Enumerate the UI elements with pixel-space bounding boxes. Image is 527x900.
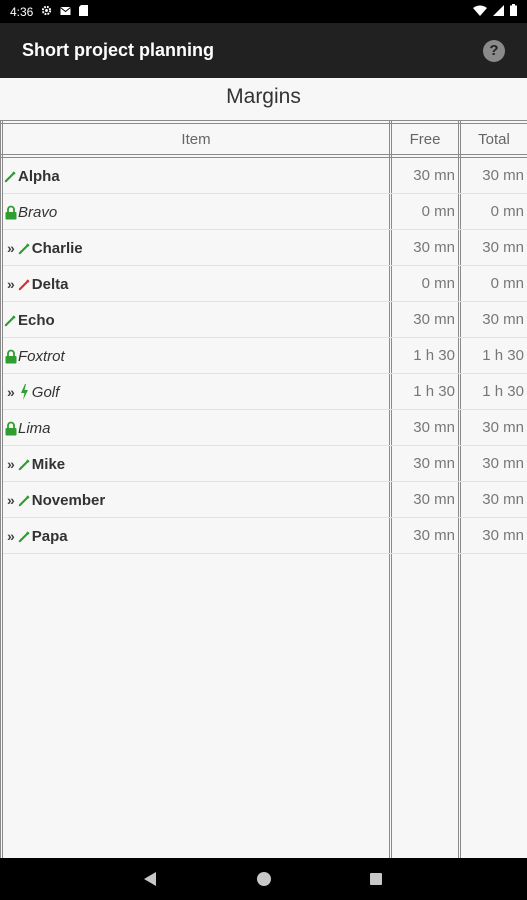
pencil-icon [4, 168, 17, 184]
row-total-value: 30 mn [482, 527, 524, 544]
table-row[interactable]: Bravo 0 mn 0 mn [0, 194, 527, 230]
margins-table: Item Free Total Alpha 30 mn 30 mn Bravo 0 mn… [0, 120, 527, 858]
row-item-name: Echo [18, 311, 55, 329]
home-icon[interactable] [257, 872, 271, 886]
row-free-value: 30 mn [413, 419, 455, 436]
row-item-cell: » Papa [4, 518, 68, 554]
row-free-value: 0 mn [421, 203, 455, 220]
table-row[interactable]: Foxtrot 1 h 30 1 h 30 [0, 338, 527, 374]
row-total-value: 30 mn [482, 167, 524, 184]
battery-icon [510, 4, 517, 19]
bolt-icon [18, 384, 31, 400]
row-item-cell: » Mike [4, 446, 65, 482]
pencil-icon [18, 456, 31, 472]
table-row[interactable]: Lima 30 mn 30 mn [0, 410, 527, 446]
row-item-cell: Alpha [4, 158, 60, 194]
table-row[interactable]: » Delta 0 mn 0 mn [0, 266, 527, 302]
row-free-value: 0 mn [421, 275, 455, 292]
row-total-value: 30 mn [482, 239, 524, 256]
pencil-icon [18, 276, 31, 292]
table-row[interactable]: Alpha 30 mn 30 mn [0, 158, 527, 194]
signal-icon [493, 4, 504, 19]
row-item-cell: » Delta [4, 266, 68, 302]
wifi-icon [473, 5, 487, 19]
subtask-indent-icon: » [7, 492, 15, 508]
page-title: Margins [226, 85, 301, 108]
sd-card-icon [79, 4, 89, 19]
row-free-value: 30 mn [413, 455, 455, 472]
table-row[interactable]: Echo 30 mn 30 mn [0, 302, 527, 338]
row-item-cell: » Charlie [4, 230, 83, 266]
row-total-value: 30 mn [482, 419, 524, 436]
row-total-value: 30 mn [482, 311, 524, 328]
column-header-item[interactable]: Item [3, 124, 389, 156]
pencil-icon [4, 312, 17, 328]
row-item-name: Golf [31, 383, 60, 401]
lock-icon [4, 204, 17, 220]
table-row[interactable]: » November 30 mn 30 mn [0, 482, 527, 518]
table-row[interactable]: » Golf 1 h 30 1 h 30 [0, 374, 527, 410]
table-row[interactable]: » Charlie 30 mn 30 mn [0, 230, 527, 266]
app-bar: Short project planning ? [0, 23, 527, 78]
pencil-icon [18, 240, 31, 256]
row-free-value: 30 mn [413, 239, 455, 256]
row-total-value: 0 mn [490, 203, 524, 220]
subtask-indent-icon: » [7, 456, 15, 472]
back-icon[interactable] [144, 872, 156, 886]
row-item-cell: Echo [4, 302, 55, 338]
row-item-name: November [31, 491, 106, 509]
column-header-free[interactable]: Free [392, 124, 458, 156]
row-item-name: Lima [18, 419, 51, 437]
subtask-indent-icon: » [7, 384, 15, 400]
row-item-name: Mike [31, 455, 66, 473]
row-item-cell: Lima [4, 410, 51, 446]
column-header-total[interactable]: Total [461, 124, 527, 156]
row-total-value: 1 h 30 [482, 347, 524, 364]
subtask-indent-icon: » [7, 528, 15, 544]
subtask-indent-icon: » [7, 240, 15, 256]
row-item-name: Foxtrot [18, 347, 65, 365]
row-total-value: 30 mn [482, 491, 524, 508]
row-item-name: Delta [31, 275, 69, 293]
row-item-name: Bravo [18, 203, 58, 221]
row-item-name: Charlie [31, 239, 83, 257]
table-row[interactable]: » Mike 30 mn 30 mn [0, 446, 527, 482]
help-icon[interactable]: ? [483, 39, 505, 62]
status-bar: 4:36 [0, 0, 527, 23]
row-total-value: 30 mn [482, 455, 524, 472]
mail-icon [60, 5, 72, 19]
subtask-indent-icon: » [7, 276, 15, 292]
row-item-cell: » Golf [4, 374, 59, 410]
row-free-value: 30 mn [413, 167, 455, 184]
row-item-name: Papa [31, 527, 68, 545]
lock-icon [4, 420, 17, 436]
row-total-value: 1 h 30 [482, 383, 524, 400]
row-total-value: 0 mn [490, 275, 524, 292]
row-free-value: 1 h 30 [413, 347, 455, 364]
app-title: Short project planning [22, 40, 214, 60]
gear-icon [41, 5, 52, 19]
row-free-value: 30 mn [413, 491, 455, 508]
pencil-icon [18, 492, 31, 508]
row-item-cell: Foxtrot [4, 338, 65, 374]
row-separator [3, 553, 527, 554]
table-row[interactable]: » Papa 30 mn 30 mn [0, 518, 527, 554]
row-free-value: 30 mn [413, 527, 455, 544]
status-time: 4:36 [10, 4, 34, 19]
row-free-value: 30 mn [413, 311, 455, 328]
recents-icon[interactable] [370, 873, 382, 885]
row-item-cell: Bravo [4, 194, 57, 230]
pencil-icon [18, 528, 31, 544]
row-free-value: 1 h 30 [413, 383, 455, 400]
lock-icon [4, 348, 17, 364]
row-item-cell: » November [4, 482, 105, 518]
row-item-name: Alpha [18, 167, 60, 185]
navigation-bar [0, 858, 527, 900]
